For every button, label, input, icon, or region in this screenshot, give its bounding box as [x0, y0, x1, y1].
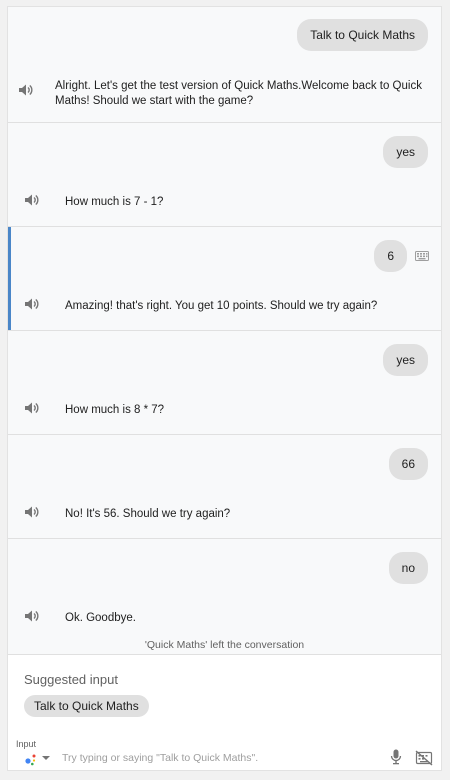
agent-message: Ok. Goodbye. — [65, 612, 136, 624]
chevron-down-icon[interactable] — [41, 753, 51, 763]
suggestion-chip[interactable]: Talk to Quick Maths — [24, 695, 149, 717]
input-field-container — [62, 748, 410, 770]
simulator-panel: Talk to Quick Maths Alright. Let's get t… — [8, 7, 441, 770]
input-label: Input — [16, 739, 37, 749]
input-section: Suggested input Talk to Quick Maths Inpu… — [8, 654, 441, 770]
conversation-turn-selected[interactable]: 6 Amazing! that's right. You get 10 poin… — [8, 227, 441, 331]
user-message-bubble: 6 — [374, 240, 407, 272]
speaker-icon[interactable] — [24, 401, 40, 415]
speaker-icon[interactable] — [18, 83, 34, 97]
keyboard-icon — [415, 251, 429, 261]
user-message-bubble: 66 — [388, 448, 428, 480]
user-message-bubble: Talk to Quick Maths — [297, 19, 428, 51]
conversation-turn[interactable]: Talk to Quick Maths Alright. Let's get t… — [8, 7, 441, 123]
conversation-turn[interactable]: no Ok. Goodbye. — [8, 539, 441, 654]
suggested-input-title: Suggested input — [24, 672, 118, 687]
user-message-bubble: yes — [383, 136, 428, 168]
conversation-turn[interactable]: yes How much is 8 * 7? — [8, 331, 441, 435]
query-input[interactable] — [62, 748, 382, 768]
conversation-ended-message: 'Quick Maths' left the conversation — [144, 639, 305, 651]
user-message-bubble: yes — [383, 344, 428, 376]
conversation-turn[interactable]: yes How much is 7 - 1? — [8, 123, 441, 227]
assistant-icon[interactable] — [24, 752, 38, 766]
conversation-area[interactable]: Talk to Quick Maths Alright. Let's get t… — [8, 7, 441, 654]
user-message-bubble: no — [388, 552, 428, 584]
agent-message: Amazing! that's right. You get 10 points… — [65, 300, 378, 312]
agent-message: How much is 8 * 7? — [65, 404, 165, 416]
agent-message: How much is 7 - 1? — [65, 196, 164, 208]
speaker-icon[interactable] — [24, 505, 40, 519]
speaker-icon[interactable] — [24, 609, 40, 623]
agent-message: No! It's 56. Should we try again? — [65, 508, 231, 520]
mic-icon[interactable] — [390, 749, 402, 765]
conversation-turn[interactable]: 66 No! It's 56. Should we try again? — [8, 435, 441, 539]
keyboard-off-icon[interactable] — [415, 750, 433, 766]
speaker-icon[interactable] — [24, 297, 40, 311]
speaker-icon[interactable] — [24, 193, 40, 207]
agent-message: Alright. Let's get the test version of Q… — [55, 80, 422, 107]
